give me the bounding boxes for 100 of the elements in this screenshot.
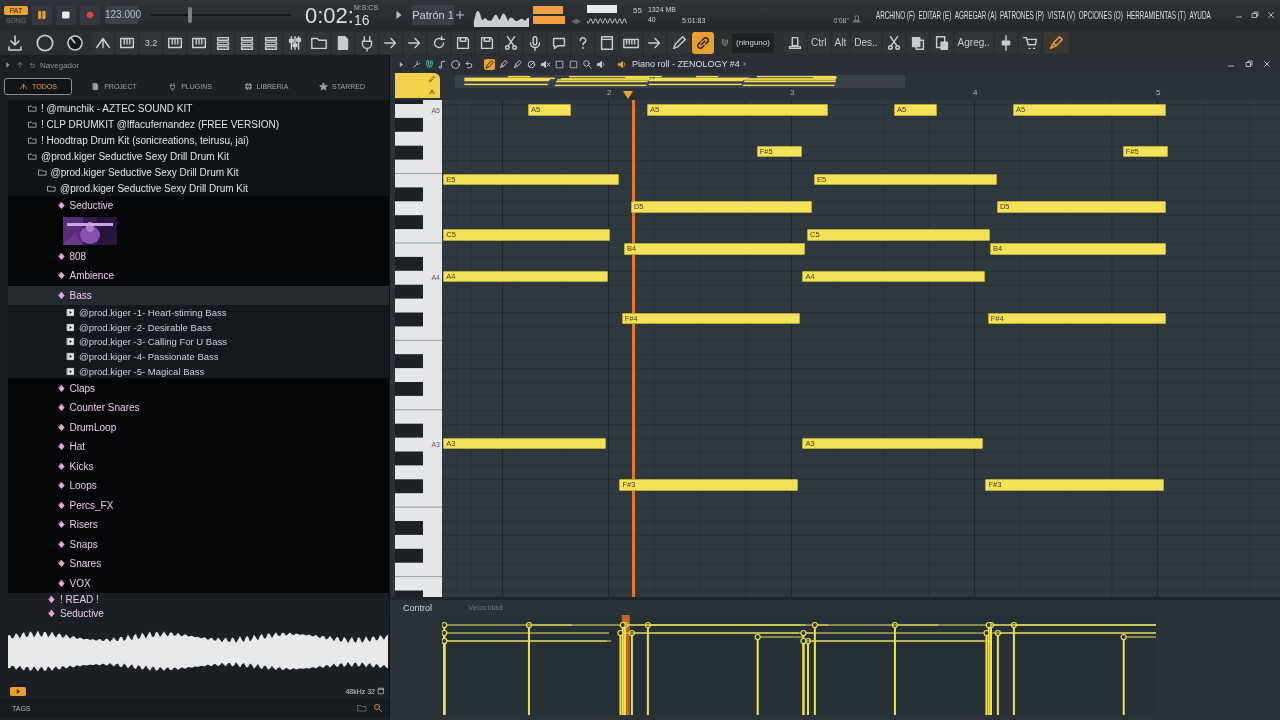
cart-icon[interactable] <box>1018 31 1041 54</box>
window-icon[interactable] <box>596 31 618 54</box>
tree-item[interactable]: ! @munchik - AZTEC SOUND KIT <box>8 100 389 116</box>
link-icon[interactable] <box>692 31 714 54</box>
toolbar-button[interactable]: Alt <box>831 31 850 54</box>
sample-play-button[interactable] <box>10 686 26 696</box>
magnet-icon[interactable] <box>424 58 435 70</box>
slider-icon[interactable] <box>994 31 1017 54</box>
menu-item[interactable]: EDITAR (E) <box>918 8 952 22</box>
tree-item[interactable]: @prod.kiger -1- Heart-stirring Bass <box>8 305 389 320</box>
brush-icon[interactable] <box>498 58 509 70</box>
plug-icon <box>168 81 178 91</box>
close-icon[interactable] <box>1266 10 1276 20</box>
tree-item[interactable]: Risers <box>8 514 389 535</box>
tree-item[interactable]: @prod.kiger Seductive Sexy Drill Drum Kit <box>8 180 389 196</box>
menu-item[interactable]: PATRONES (P) <box>1000 8 1044 22</box>
copy-icon[interactable] <box>906 31 929 54</box>
help-icon[interactable] <box>572 31 594 54</box>
refresh-icon[interactable] <box>428 31 450 54</box>
scissors-icon[interactable] <box>500 31 522 54</box>
tree-item[interactable]: Claps <box>8 378 389 398</box>
brush-icon[interactable] <box>512 58 523 70</box>
menu-item[interactable]: AYUDA <box>1189 8 1211 22</box>
mic-icon[interactable] <box>524 31 546 54</box>
close-icon[interactable] <box>1262 59 1272 69</box>
tree-item[interactable]: DrumLoop <box>8 417 389 437</box>
slider-thumb[interactable] <box>187 7 192 23</box>
list-icon[interactable] <box>260 31 282 54</box>
pen-icon[interactable] <box>668 31 690 54</box>
tree-item[interactable]: ! CLP DRUMKIT @lffacufernandez (FREE VERSION) <box>8 116 389 132</box>
piano-keyboard[interactable] <box>395 100 442 597</box>
tree-item[interactable]: @prod.kiger -4- Passionate Bass <box>8 349 389 364</box>
menu-item[interactable]: VISTA (V) <box>1047 8 1076 22</box>
tree-item[interactable]: Snares <box>8 553 389 574</box>
up-icon[interactable] <box>16 61 24 69</box>
toolbar-button[interactable]: Des.. <box>851 31 881 54</box>
piano-icon[interactable] <box>116 31 138 54</box>
toolbar-button[interactable]: Agreg.. <box>954 31 993 54</box>
caret-icon[interactable] <box>398 60 405 68</box>
save-icon[interactable] <box>476 31 498 54</box>
undo-icon[interactable] <box>28 61 36 69</box>
tree-item[interactable]: Snaps <box>8 534 389 554</box>
globe-icon <box>243 81 253 91</box>
velocity-lane-drawing[interactable] <box>442 615 1156 715</box>
menu-item[interactable]: AGREGAR (A) <box>954 8 997 22</box>
tree-item[interactable]: Counter Snares <box>8 397 389 418</box>
mixer-icon[interactable] <box>284 31 306 54</box>
select-icon[interactable] <box>568 58 579 70</box>
toolbar-button[interactable]: Ctrl <box>808 31 830 54</box>
tree-item[interactable]: Loops <box>8 475 389 496</box>
tree-item[interactable]: Seductive <box>8 196 389 216</box>
restore-icon[interactable] <box>1250 10 1260 20</box>
menu-item[interactable]: OPCIONES (O) <box>1078 8 1123 22</box>
plug-icon[interactable] <box>356 31 378 54</box>
tree-item[interactable]: VOX <box>8 573 389 593</box>
tree-item[interactable]: Bass <box>8 285 389 305</box>
tree-item[interactable]: @prod.kiger Seductive Sexy Drill Drum Kit <box>8 148 389 164</box>
speaker-icon[interactable] <box>596 58 607 70</box>
piano-icon[interactable] <box>164 31 186 54</box>
circle-icon[interactable] <box>450 58 461 70</box>
folder-icon[interactable] <box>308 31 330 54</box>
tree-item[interactable]: @prod.kiger Seductive Sexy Drill Drum Kit <box>8 164 389 180</box>
file-icon[interactable] <box>332 31 354 54</box>
menu-item[interactable]: ARCHINO (F) <box>876 8 915 22</box>
tree-item[interactable]: Percs_FX <box>8 495 389 515</box>
paste-icon[interactable] <box>930 31 953 54</box>
list-icon[interactable] <box>212 31 234 54</box>
select-icon[interactable] <box>554 58 565 70</box>
stop-button[interactable] <box>56 5 76 25</box>
tree-item[interactable]: Ambience <box>8 266 389 286</box>
mute-icon[interactable] <box>540 58 551 70</box>
tree-item[interactable]: Kicks <box>8 456 389 476</box>
tempo-field[interactable]: 123.000 <box>105 6 139 24</box>
restore-icon[interactable] <box>1244 59 1254 69</box>
piano-icon[interactable] <box>188 31 210 54</box>
play-button[interactable] <box>32 5 52 25</box>
tree-item[interactable]: @prod.kiger -3- Calling For U Bass <box>8 334 389 350</box>
pen-icon[interactable] <box>484 58 495 70</box>
keyboard-icon[interactable] <box>620 31 642 54</box>
eraser-icon[interactable] <box>526 58 537 70</box>
tree-item[interactable]: Hat <box>8 436 389 457</box>
undo-icon[interactable] <box>463 58 474 70</box>
menu-item[interactable]: HERRAMIENTAS (T) <box>1126 8 1186 22</box>
tree-item[interactable]: ! Hoodtrap Drum Kit (sonicreations, teirusu, jai) <box>8 132 389 148</box>
bubble-icon[interactable] <box>548 31 570 54</box>
step-button[interactable]: 3.2 <box>140 31 162 54</box>
brush-icon[interactable] <box>1042 31 1069 54</box>
search-icon[interactable] <box>582 58 593 70</box>
list-icon[interactable] <box>236 31 258 54</box>
note-icon[interactable] <box>437 58 448 70</box>
snap-selector[interactable]: (ninguno) <box>732 32 774 53</box>
tree-item[interactable]: 808 <box>8 246 389 266</box>
save-icon[interactable] <box>452 31 474 54</box>
caret-icon[interactable] <box>4 61 12 69</box>
bar-number: 4 <box>973 88 978 98</box>
control-selector[interactable]: Control <box>403 602 432 613</box>
search-icon[interactable] <box>373 703 383 713</box>
scissors-icon[interactable] <box>882 31 905 54</box>
pattern-selector[interactable]: Patrón 1 <box>412 5 455 25</box>
wrench-icon[interactable] <box>411 58 422 70</box>
